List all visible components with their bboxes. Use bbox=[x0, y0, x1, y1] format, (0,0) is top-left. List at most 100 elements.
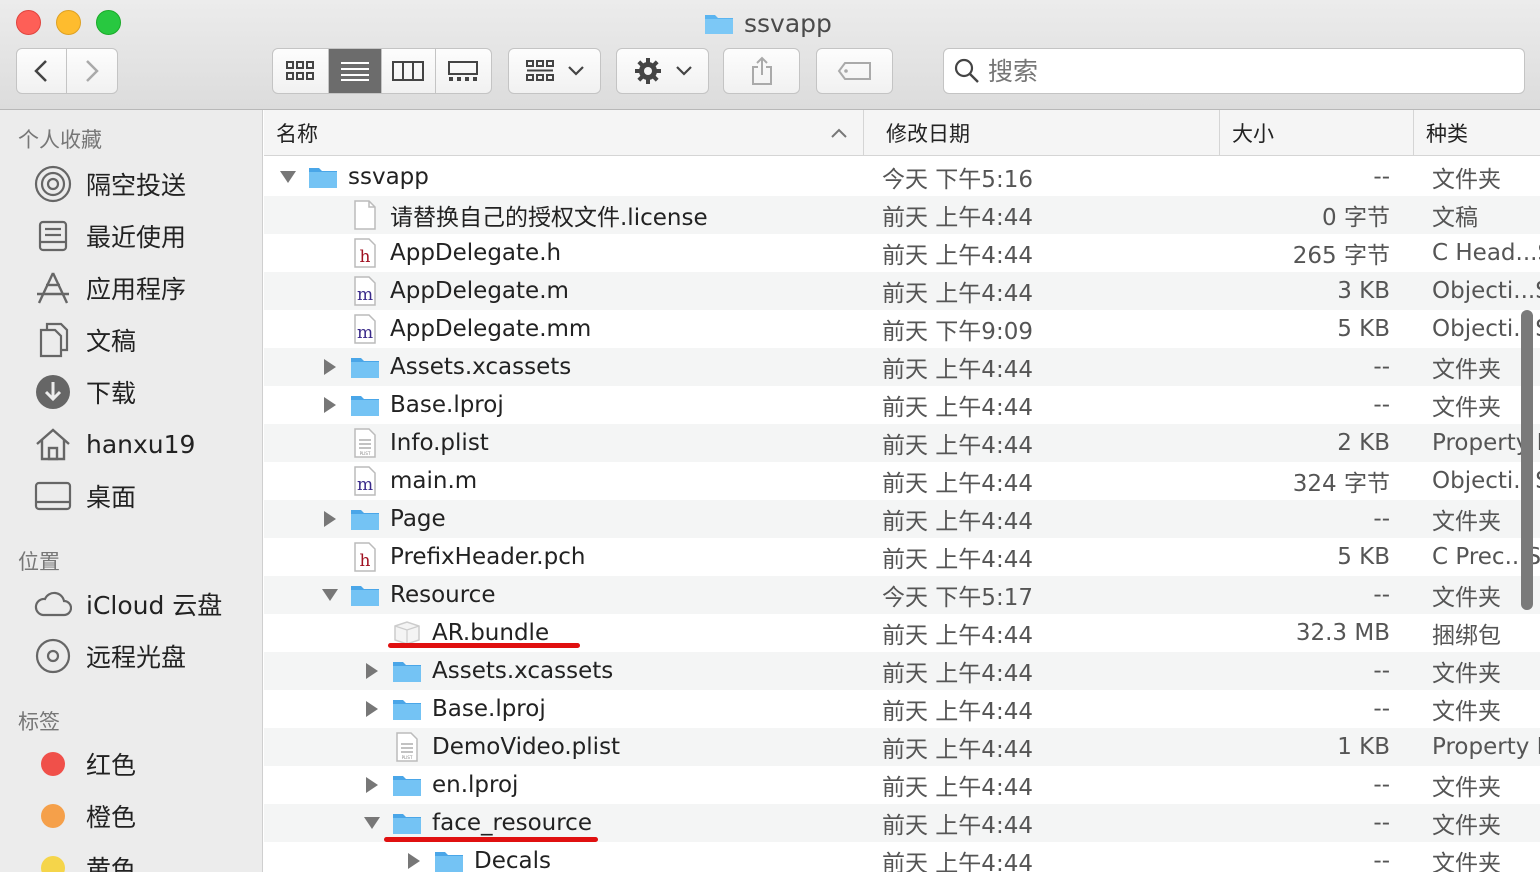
sidebar-item-applications[interactable]: 应用程序 bbox=[34, 266, 186, 310]
file-name-cell: Decals bbox=[264, 842, 864, 872]
search-input[interactable] bbox=[988, 56, 1488, 86]
file-date: 前天 上午4:44 bbox=[882, 661, 1033, 687]
file-row[interactable]: m AppDelegate.m 前天 上午4:44 3 KB Objecti...S bbox=[264, 272, 1540, 310]
file-size: -- bbox=[1373, 696, 1390, 722]
column-header-date-label: 修改日期 bbox=[886, 122, 970, 146]
column-header-kind[interactable]: 种类 bbox=[1414, 110, 1540, 156]
sidebar-item-recents[interactable]: 最近使用 bbox=[34, 214, 186, 258]
document-icon bbox=[350, 200, 380, 230]
share-icon bbox=[751, 56, 772, 85]
file-size: 32.3 MB bbox=[1295, 620, 1390, 646]
sidebar-tag-yellow[interactable]: 黄色 bbox=[34, 846, 136, 872]
disclosure-toggle[interactable] bbox=[360, 697, 384, 721]
file-size: -- bbox=[1373, 164, 1390, 190]
share-button[interactable] bbox=[723, 48, 800, 94]
action-button[interactable] bbox=[616, 48, 709, 94]
file-row[interactable]: ssvapp 今天 下午5:16 -- 文件夹 bbox=[264, 158, 1540, 196]
sidebar-tag-orange[interactable]: 橙色 bbox=[34, 794, 136, 838]
file-row[interactable]: Base.lproj 前天 上午4:44 -- 文件夹 bbox=[264, 386, 1540, 424]
disclosure-closed-icon bbox=[366, 701, 378, 717]
file-name: Base.lproj bbox=[390, 392, 504, 418]
file-kind: 文件夹 bbox=[1432, 661, 1501, 687]
file-date: 前天 上午4:44 bbox=[882, 813, 1033, 839]
sidebar-item-desktop[interactable]: 桌面 bbox=[34, 474, 136, 518]
column-view-button[interactable] bbox=[382, 49, 436, 93]
forward-button[interactable] bbox=[67, 49, 117, 93]
h-file-icon: h bbox=[350, 542, 380, 572]
sidebar-tag-red[interactable]: 红色 bbox=[34, 742, 136, 786]
home-icon bbox=[34, 425, 72, 463]
svg-text:PLIST: PLIST bbox=[402, 755, 413, 760]
zoom-button[interactable] bbox=[96, 10, 121, 35]
disclosure-toggle[interactable] bbox=[318, 393, 342, 417]
disclosure-toggle[interactable] bbox=[318, 507, 342, 531]
sidebar-item-home[interactable]: hanxu19 bbox=[34, 422, 195, 466]
sidebar-item-remote-disc[interactable]: 远程光盘 bbox=[34, 634, 186, 678]
sidebar-item-label: hanxu19 bbox=[86, 429, 196, 459]
file-row[interactable]: 请替换自己的授权文件.license 前天 上午4:44 0 字节 文稿 bbox=[264, 196, 1540, 234]
file-row[interactable]: Assets.xcassets 前天 上午4:44 -- 文件夹 bbox=[264, 652, 1540, 690]
disclosure-toggle[interactable] bbox=[318, 583, 342, 607]
file-kind: 文件夹 bbox=[1432, 699, 1501, 725]
file-row[interactable]: PLIST Info.plist 前天 上午4:44 2 KB Property L bbox=[264, 424, 1540, 462]
m-file-icon: m bbox=[350, 314, 380, 344]
back-button[interactable] bbox=[17, 49, 67, 93]
sidebar-item-icloud[interactable]: iCloud 云盘 bbox=[34, 582, 222, 626]
disclosure-open-icon bbox=[364, 817, 380, 829]
file-row[interactable]: Assets.xcassets 前天 上午4:44 -- 文件夹 bbox=[264, 348, 1540, 386]
sidebar-item-label: 下载 bbox=[86, 379, 137, 408]
minimize-button[interactable] bbox=[56, 10, 81, 35]
file-row[interactable]: m AppDelegate.mm 前天 下午9:09 5 KB Objecti...S bbox=[264, 310, 1540, 348]
vertical-scrollbar[interactable] bbox=[1521, 310, 1533, 610]
file-size: -- bbox=[1373, 810, 1390, 836]
file-row[interactable]: Page 前天 上午4:44 -- 文件夹 bbox=[264, 500, 1540, 538]
disclosure-toggle[interactable] bbox=[276, 165, 300, 189]
h-file-icon: h bbox=[350, 238, 380, 268]
sidebar-item-airdrop[interactable]: 隔空投送 bbox=[34, 162, 186, 206]
file-name: Assets.xcassets bbox=[390, 354, 572, 380]
file-row[interactable]: Base.lproj 前天 上午4:44 -- 文件夹 bbox=[264, 690, 1540, 728]
file-name: en.lproj bbox=[432, 772, 519, 798]
file-date: 前天 下午9:09 bbox=[882, 319, 1033, 345]
chevron-down-icon bbox=[675, 66, 692, 76]
disclosure-toggle[interactable] bbox=[360, 773, 384, 797]
file-row[interactable]: en.lproj 前天 上午4:44 -- 文件夹 bbox=[264, 766, 1540, 804]
sidebar-item-downloads[interactable]: 下载 bbox=[34, 370, 136, 414]
file-name-cell: en.lproj bbox=[264, 766, 864, 804]
file-name: PrefixHeader.pch bbox=[390, 544, 586, 570]
file-kind: 文件夹 bbox=[1432, 775, 1501, 801]
search-field[interactable] bbox=[943, 48, 1525, 94]
file-row[interactable]: m main.m 前天 上午4:44 324 字节 Objecti...S bbox=[264, 462, 1540, 500]
column-header-name[interactable]: 名称 bbox=[264, 110, 864, 156]
disclosure-toggle[interactable] bbox=[360, 659, 384, 683]
file-row[interactable]: h AppDelegate.h 前天 上午4:44 265 字节 C Head...S bbox=[264, 234, 1540, 272]
file-name-cell: 请替换自己的授权文件.license bbox=[264, 196, 864, 234]
file-name: AppDelegate.m bbox=[390, 278, 569, 304]
folder-icon bbox=[392, 656, 422, 686]
sidebar-item-documents[interactable]: 文稿 bbox=[34, 318, 136, 362]
sidebar-item-label: 红色 bbox=[86, 751, 137, 780]
list-view-button[interactable] bbox=[328, 49, 383, 93]
group-by-button[interactable] bbox=[508, 48, 601, 94]
icon-view-button[interactable] bbox=[273, 49, 329, 93]
disclosure-toggle[interactable] bbox=[360, 811, 384, 835]
disclosure-toggle[interactable] bbox=[402, 849, 426, 872]
tags-button[interactable] bbox=[816, 48, 893, 94]
file-row[interactable]: PLIST DemoVideo.plist 前天 上午4:44 1 KB Propert… bbox=[264, 728, 1540, 766]
close-button[interactable] bbox=[16, 10, 41, 35]
column-header: 名称 修改日期 大小 种类 bbox=[264, 110, 1540, 156]
file-date: 前天 上午4:44 bbox=[882, 547, 1033, 573]
file-name: Page bbox=[390, 506, 446, 532]
file-row[interactable]: Resource 今天 下午5:17 -- 文件夹 bbox=[264, 576, 1540, 614]
column-header-size[interactable]: 大小 bbox=[1220, 110, 1414, 156]
documents-icon bbox=[34, 321, 72, 359]
column-header-date[interactable]: 修改日期 bbox=[874, 110, 1220, 156]
file-row[interactable]: h PrefixHeader.pch 前天 上午4:44 5 KB C Prec...S bbox=[264, 538, 1540, 576]
file-row[interactable]: Decals 前天 上午4:44 -- 文件夹 bbox=[264, 842, 1540, 872]
icon-view-icon bbox=[286, 61, 315, 80]
sidebar-section-tags: 标签 bbox=[18, 710, 60, 734]
gallery-view-button[interactable] bbox=[436, 49, 491, 93]
file-name-cell: Base.lproj bbox=[264, 386, 864, 424]
applications-icon bbox=[34, 269, 72, 307]
disclosure-toggle[interactable] bbox=[318, 355, 342, 379]
